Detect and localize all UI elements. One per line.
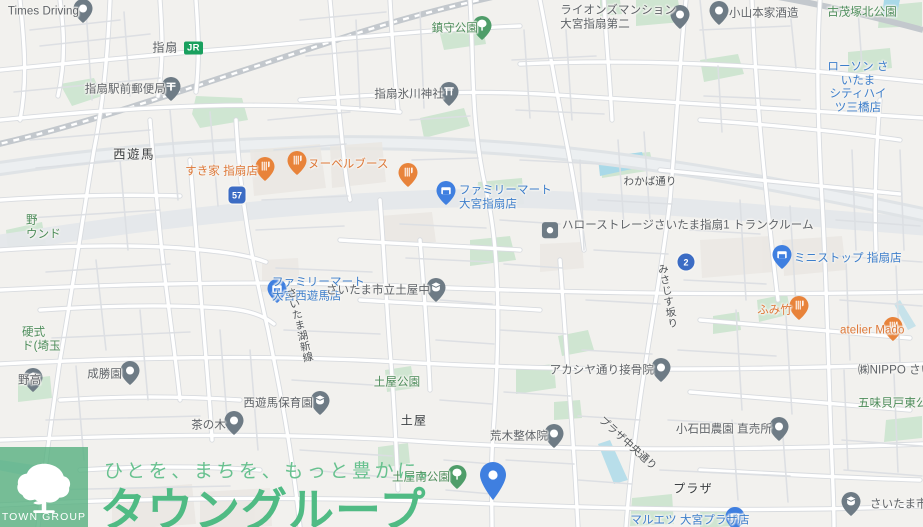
storage-icon[interactable] bbox=[541, 221, 559, 244]
map-label[interactable]: ふみ竹 bbox=[757, 305, 792, 318]
map-label[interactable]: 指扇氷川神社 bbox=[374, 89, 444, 102]
map-label[interactable]: 小石田農園 直売所 bbox=[676, 424, 772, 437]
map-label[interactable]: 小山本家酒造 bbox=[729, 8, 799, 21]
map-label[interactable]: 鎮守公園 bbox=[432, 23, 478, 36]
map-label[interactable]: 西遊馬保育園 bbox=[243, 398, 313, 411]
map-label[interactable]: 指扇駅前郵便局 bbox=[85, 84, 166, 97]
brand-slogan: ひとを、まちを、もっと豊かに。 bbox=[104, 461, 443, 482]
brand-logo-box[interactable]: TOWN GROUP bbox=[0, 447, 88, 527]
map-label[interactable]: 成勝園 bbox=[87, 369, 122, 382]
route-shield[interactable]: 57 bbox=[228, 186, 246, 204]
map-label[interactable]: atelier Mado bbox=[840, 325, 904, 338]
map-label[interactable]: ライオンズマンション 大宮指扇第二 bbox=[560, 5, 676, 32]
map-label[interactable]: 野高 bbox=[18, 375, 41, 388]
map-label[interactable]: ハローストレージさいたま指扇1 トランクルーム bbox=[562, 220, 814, 233]
jr-badge-icon[interactable]: JR bbox=[184, 41, 203, 55]
map-label[interactable]: ファミリーマート 大宮指扇店 bbox=[459, 185, 552, 212]
station-label[interactable]: 指扇 bbox=[152, 41, 178, 55]
map-label[interactable]: すき家 指扇店 bbox=[185, 166, 258, 179]
restaurant-icon[interactable] bbox=[789, 296, 809, 320]
dot-marker-gray[interactable] bbox=[651, 358, 671, 382]
map-label[interactable]: 土屋 bbox=[401, 414, 427, 428]
map-label[interactable]: 荒木整体院 bbox=[490, 431, 548, 444]
map-label[interactable]: 硬式 ド(埼玉 bbox=[22, 327, 61, 354]
brand-name: タウングループ bbox=[100, 484, 427, 527]
restaurant-icon[interactable] bbox=[255, 157, 275, 181]
map-label[interactable]: 土屋公園 bbox=[374, 377, 420, 390]
map-viewer[interactable]: Times Driving 指扇駅前郵便局西遊馬 鎮守公園指扇氷川神社 ライオンズマン… bbox=[0, 0, 923, 527]
promo-banner: TOWN GROUP ひとを、まちを、もっと豊かに。 タウングループ bbox=[0, 447, 923, 527]
brand-trademark: TOWN GROUP bbox=[1, 511, 87, 523]
map-label[interactable]: アカシヤ通り接骨院 bbox=[550, 365, 654, 378]
convenience-store-icon[interactable] bbox=[772, 245, 792, 269]
tree-icon bbox=[17, 463, 71, 513]
map-label[interactable]: 五味貝戸東公 bbox=[858, 398, 923, 411]
map-label[interactable]: ローソン さいたま シティハイツ三橋店 bbox=[826, 61, 891, 115]
dot-marker-gray[interactable] bbox=[769, 417, 789, 441]
dot-marker-gray[interactable] bbox=[120, 361, 140, 385]
selected-location-pin[interactable] bbox=[480, 462, 506, 500]
map-label[interactable]: 茶の木 bbox=[191, 420, 226, 433]
route-shield[interactable]: 2 bbox=[677, 253, 695, 271]
dot-marker-gray[interactable] bbox=[709, 1, 729, 25]
dot-marker-gray[interactable] bbox=[224, 411, 244, 435]
map-label[interactable]: ㈱NIPPO さい bbox=[858, 365, 923, 378]
restaurant-icon[interactable] bbox=[287, 151, 307, 175]
map-label[interactable]: 野 ウンド bbox=[26, 215, 61, 242]
map-label[interactable]: ヌーベルブース bbox=[308, 159, 389, 172]
map-label[interactable]: さいたま市立土屋中 bbox=[326, 285, 430, 298]
map-label[interactable]: ミニストップ 指扇店 bbox=[794, 253, 902, 266]
map-label[interactable]: Times Driving bbox=[8, 6, 79, 19]
restaurant-icon[interactable] bbox=[398, 163, 418, 187]
map-label[interactable]: わかば通り bbox=[624, 176, 677, 189]
map-label[interactable]: 西遊馬 bbox=[113, 148, 155, 162]
map-label[interactable]: 古茂塚北公園 bbox=[827, 7, 897, 20]
convenience-store-icon[interactable] bbox=[436, 181, 456, 205]
